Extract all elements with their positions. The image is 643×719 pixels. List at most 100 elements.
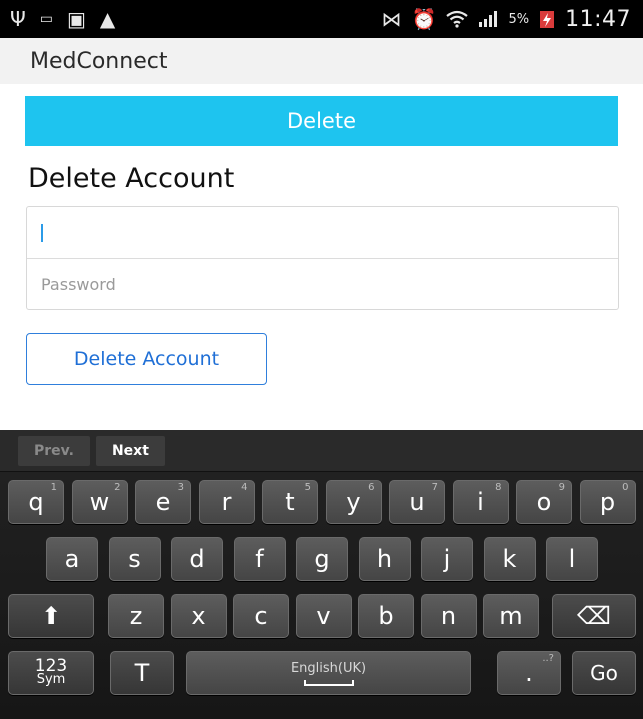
backspace-icon: ⌫ (577, 602, 611, 630)
handwriting-key[interactable]: T (110, 651, 174, 695)
key-n[interactable]: n (420, 594, 477, 638)
key-label-i: i (477, 488, 484, 516)
delete-account-button[interactable]: Delete Account (26, 333, 267, 385)
soft-keyboard: Prev. Next 1q2w3e4r5t6y7u8i9o0p asdfghjk… (0, 430, 643, 719)
go-key[interactable]: Go (572, 651, 636, 695)
space-key[interactable]: English(UK) (186, 651, 471, 695)
key-x[interactable]: x (170, 594, 227, 638)
delete-banner-label: Delete (287, 109, 356, 133)
key-hint-e: 3 (177, 482, 184, 493)
key-s[interactable]: s (108, 537, 161, 581)
key-m[interactable]: m (483, 594, 539, 638)
backspace-key[interactable]: ⌫ (552, 594, 636, 638)
delete-account-form (26, 206, 619, 310)
key-z[interactable]: z (108, 594, 164, 638)
key-hint-o: 9 (558, 482, 565, 493)
app-bar: MedConnect (0, 38, 643, 84)
period-key[interactable]: ..? . (497, 651, 561, 695)
warning-icon: ▲ (99, 7, 116, 31)
key-label-f: f (255, 545, 264, 573)
key-b[interactable]: b (358, 594, 414, 638)
key-label-o: o (536, 488, 552, 516)
key-label-x: x (191, 602, 206, 630)
key-r[interactable]: 4r (198, 480, 255, 524)
key-label-z: z (129, 602, 143, 630)
shift-key[interactable]: ⬆ (8, 594, 94, 638)
key-label-g: g (314, 545, 330, 573)
key-j[interactable]: j (421, 537, 473, 581)
page-title: Delete Account (28, 163, 235, 194)
alarm-icon: ⏰ (411, 7, 437, 31)
period-key-label: . (525, 659, 533, 687)
key-a[interactable]: a (46, 537, 98, 581)
key-hint-q: 1 (50, 482, 57, 493)
password-row (27, 258, 618, 309)
key-q[interactable]: 1q (8, 480, 64, 524)
key-o[interactable]: 9o (516, 480, 572, 524)
key-label-r: r (221, 488, 232, 516)
key-hint-r: 4 (241, 482, 248, 493)
sym-key-label-bottom: Sym (36, 672, 66, 687)
key-hint-y: 6 (368, 482, 375, 493)
key-hint-t: 5 (304, 482, 311, 493)
key-label-y: y (346, 488, 361, 516)
usb-icon: Ψ (10, 7, 26, 31)
status-bar: Ψ ▭ ▣ ▲ ⋈ ⏰ 5% 11:47 (0, 0, 643, 38)
sd-card-icon: ▣ (66, 7, 86, 31)
key-l[interactable]: l (546, 537, 598, 581)
signal-icon (478, 11, 498, 27)
shift-icon: ⬆ (40, 602, 62, 630)
username-input[interactable] (43, 207, 618, 258)
key-f[interactable]: f (233, 537, 286, 581)
clock-time: 11:47 (565, 6, 631, 32)
key-hint-i: 8 (495, 482, 502, 493)
key-label-l: l (568, 545, 576, 573)
nfc-icon: ⋈ (381, 7, 402, 31)
key-label-w: w (89, 488, 110, 516)
key-label-t: t (285, 488, 295, 516)
space-key-label: English(UK) (290, 660, 367, 676)
sym-key[interactable]: 123 Sym (8, 651, 94, 695)
key-label-h: h (376, 545, 393, 573)
key-label-v: v (316, 602, 331, 630)
keyboard-row-4: 123 Sym T English(UK) ..? . Go (0, 651, 643, 695)
key-label-c: c (254, 602, 268, 630)
key-g[interactable]: g (296, 537, 348, 581)
period-key-hint: ..? (542, 653, 554, 664)
key-d[interactable]: d (171, 537, 223, 581)
key-h[interactable]: h (358, 537, 411, 581)
key-p[interactable]: 0p (579, 480, 636, 524)
key-hint-p: 0 (622, 482, 629, 493)
key-u[interactable]: 7u (389, 480, 445, 524)
key-hint-u: 7 (431, 482, 438, 493)
key-w[interactable]: 2w (71, 480, 128, 524)
delete-banner: Delete (25, 96, 618, 146)
key-label-d: d (189, 545, 205, 573)
password-input[interactable] (41, 259, 618, 309)
key-e[interactable]: 3e (135, 480, 191, 524)
key-label-j: j (443, 545, 451, 573)
key-label-e: e (155, 488, 171, 516)
prev-field-button[interactable]: Prev. (18, 435, 90, 466)
key-i[interactable]: 8i (452, 480, 509, 524)
username-row (27, 207, 618, 258)
key-k[interactable]: k (483, 537, 536, 581)
keyboard-row-2: asd f g h j k l (0, 537, 643, 581)
voicemail-icon: ▭ (39, 11, 53, 27)
key-label-k: k (502, 545, 517, 573)
key-label-u: u (409, 488, 425, 516)
key-c[interactable]: c (233, 594, 289, 638)
keyboard-row-3: ⬆ ⌫ z x c v b n m (0, 594, 643, 638)
key-hint-w: 2 (114, 482, 121, 493)
handwriting-icon: T (134, 659, 150, 687)
key-v[interactable]: v (295, 594, 352, 638)
key-y[interactable]: 6y (325, 480, 382, 524)
key-label-n: n (440, 602, 457, 630)
battery-charging-icon-svg (540, 11, 555, 28)
key-label-m: m (499, 602, 523, 630)
next-field-button[interactable]: Next (95, 435, 165, 466)
key-t[interactable]: 5t (262, 480, 318, 524)
key-label-p: p (599, 488, 616, 516)
app-title: MedConnect (30, 48, 168, 74)
status-right-icons: ⋈ ⏰ 5% 11:47 (382, 7, 631, 32)
